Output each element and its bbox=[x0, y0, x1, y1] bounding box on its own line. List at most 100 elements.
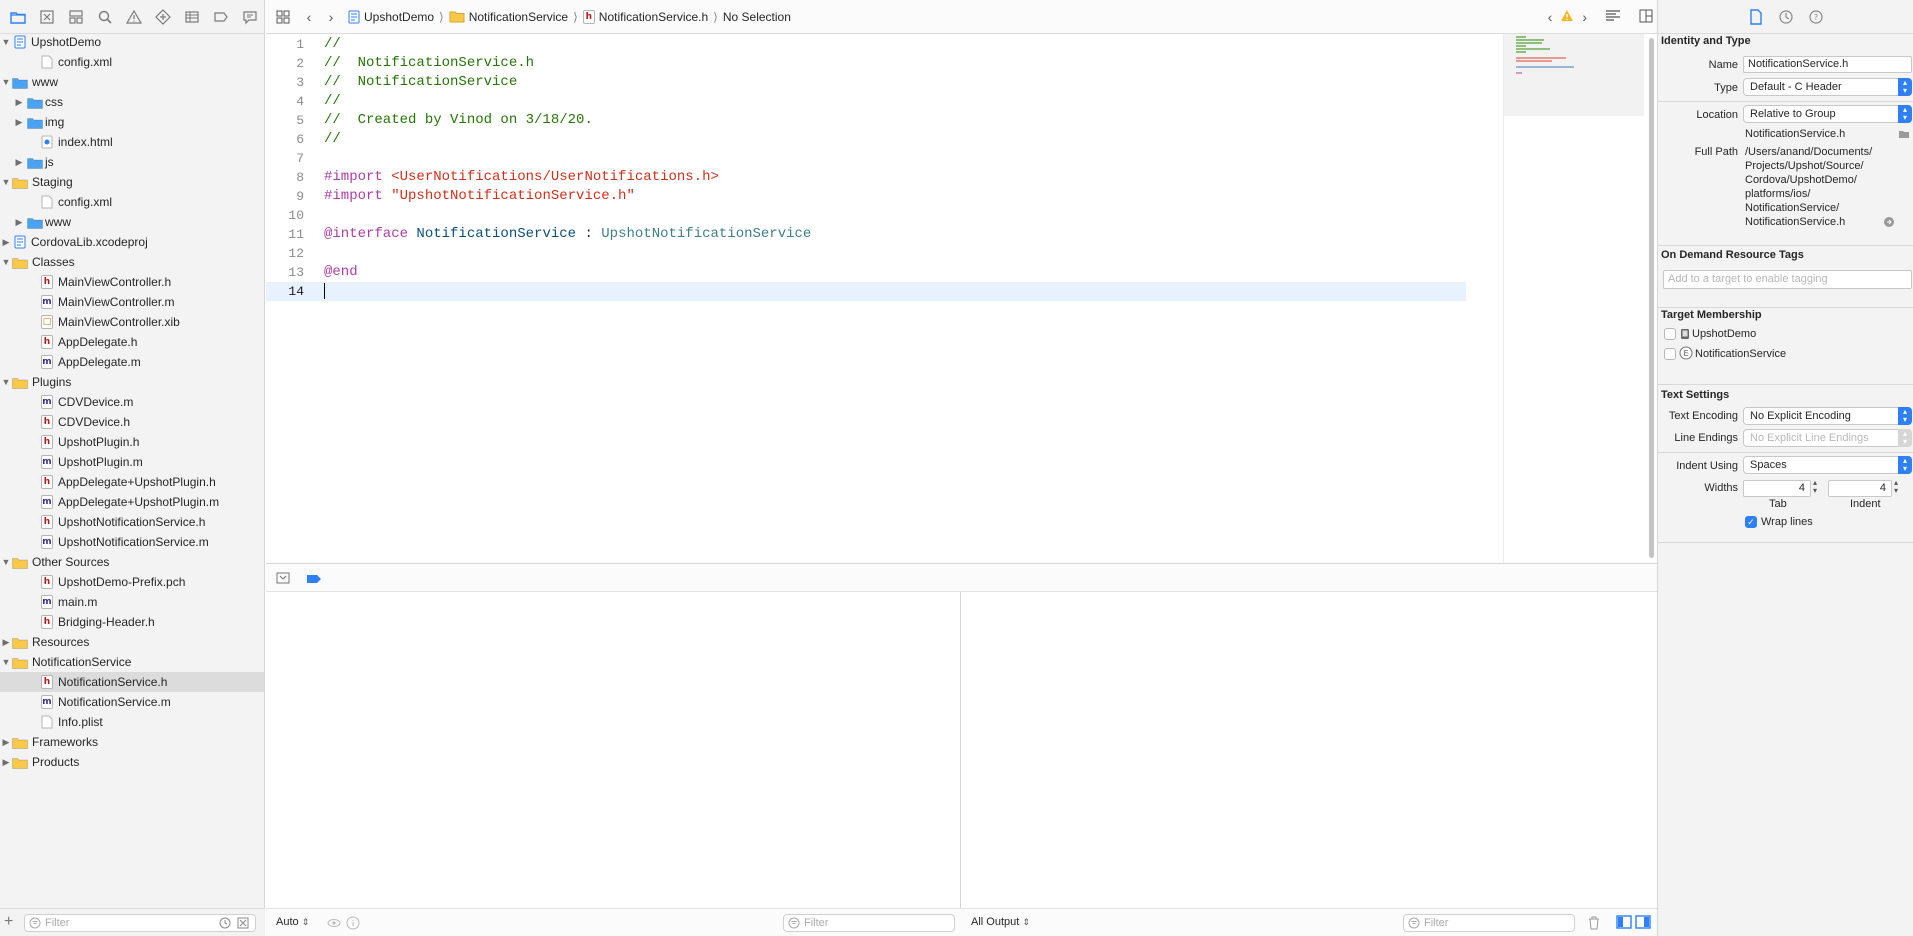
tree-item[interactable]: ▼ www bbox=[0, 72, 264, 92]
quick-help-icon[interactable]: ? bbox=[1808, 9, 1824, 25]
tree-item[interactable]: m UpshotPlugin.m bbox=[0, 452, 264, 472]
tree-item[interactable]: ▶ css bbox=[0, 92, 264, 112]
add-icon[interactable]: + bbox=[4, 913, 13, 931]
tree-item[interactable]: ▶ Resources bbox=[0, 632, 264, 652]
editor-options-icon[interactable] bbox=[1605, 9, 1621, 25]
disclosure-closed-icon[interactable]: ▶ bbox=[0, 632, 12, 652]
disclosure-open-icon[interactable]: ▼ bbox=[0, 372, 12, 392]
test-icon[interactable] bbox=[148, 2, 177, 32]
recent-files-icon[interactable] bbox=[219, 917, 231, 929]
tree-item[interactable]: Info.plist bbox=[0, 712, 264, 732]
wrap-lines-checkbox[interactable]: ✓ bbox=[1745, 516, 1757, 528]
tree-item[interactable]: h MainViewController.h bbox=[0, 272, 264, 292]
find-icon[interactable] bbox=[90, 2, 119, 32]
tree-item[interactable]: m UpshotNotificationService.m bbox=[0, 532, 264, 552]
tree-item[interactable]: ▼ UpshotDemo bbox=[0, 32, 264, 52]
indent-width-stepper[interactable]: ▴ ▾ bbox=[1894, 479, 1898, 495]
text-encoding-popup[interactable]: No Explicit Encoding ▴ ▾ bbox=[1743, 407, 1912, 425]
show-console-view-icon[interactable] bbox=[1635, 915, 1651, 932]
breadcrumb-symbol[interactable]: No Selection bbox=[723, 10, 791, 24]
tree-item[interactable]: ▶ CordovaLib.xcodeproj bbox=[0, 232, 264, 252]
disclosure-open-icon[interactable]: ▼ bbox=[0, 552, 12, 572]
disclosure-open-icon[interactable]: ▼ bbox=[0, 72, 12, 92]
type-popup[interactable]: Default - C Header ▴ ▾ bbox=[1743, 78, 1912, 96]
back-chevron-icon[interactable]: ‹ bbox=[298, 9, 320, 25]
line-endings-popup[interactable]: No Explicit Line Endings ▴ ▾ bbox=[1743, 429, 1912, 447]
disclosure-closed-icon[interactable]: ▶ bbox=[13, 212, 25, 232]
disclosure-open-icon[interactable]: ▼ bbox=[0, 252, 12, 272]
breadcrumb-project[interactable]: UpshotDemo bbox=[348, 10, 434, 24]
tree-item[interactable]: h Bridging-Header.h bbox=[0, 612, 264, 632]
hide-debug-area-icon[interactable] bbox=[276, 572, 290, 587]
breakpoints-toggle-icon[interactable] bbox=[306, 573, 322, 587]
tree-item[interactable]: ▼ Other Sources bbox=[0, 552, 264, 572]
target-notificationservice-checkbox[interactable] bbox=[1664, 348, 1676, 360]
editor-scrollbar[interactable] bbox=[1647, 34, 1655, 558]
navigator-filter-input[interactable]: Filter bbox=[24, 914, 256, 932]
console-view[interactable] bbox=[962, 592, 1657, 908]
scm-filter-icon[interactable] bbox=[237, 917, 249, 929]
tree-item[interactable]: ▶ img bbox=[0, 112, 264, 132]
editor-scroll-thumb[interactable] bbox=[1649, 38, 1654, 558]
name-field[interactable]: NotificationService.h bbox=[1743, 56, 1912, 73]
variables-scope-popup[interactable]: Auto ⇕ bbox=[276, 916, 309, 928]
tree-item[interactable]: h UpshotPlugin.h bbox=[0, 432, 264, 452]
variables-view[interactable] bbox=[266, 592, 961, 908]
tree-item[interactable]: ▶ js bbox=[0, 152, 264, 172]
tree-item[interactable]: h AppDelegate.h bbox=[0, 332, 264, 352]
disclosure-closed-icon[interactable]: ▶ bbox=[13, 92, 25, 112]
tree-item[interactable]: index.html bbox=[0, 132, 264, 152]
info-icon[interactable] bbox=[346, 916, 360, 930]
tree-item[interactable]: □ MainViewController.xib bbox=[0, 312, 264, 332]
next-issue-icon[interactable]: › bbox=[1582, 9, 1587, 25]
tree-item[interactable]: m MainViewController.m bbox=[0, 292, 264, 312]
report-icon[interactable] bbox=[235, 2, 264, 32]
target-upshotdemo-checkbox[interactable] bbox=[1664, 328, 1676, 340]
minimap[interactable] bbox=[1503, 34, 1644, 563]
tree-item[interactable]: m AppDelegate.m bbox=[0, 352, 264, 372]
source-control-icon[interactable] bbox=[32, 2, 61, 32]
breadcrumb-group[interactable]: NotificationService bbox=[449, 10, 568, 24]
tree-item[interactable]: h CDVDevice.h bbox=[0, 412, 264, 432]
tree-item[interactable]: h AppDelegate+UpshotPlugin.h bbox=[0, 472, 264, 492]
tree-item[interactable]: ▶ Frameworks bbox=[0, 732, 264, 752]
disclosure-open-icon[interactable]: ▼ bbox=[0, 652, 12, 672]
reveal-in-finder-icon[interactable] bbox=[1883, 216, 1895, 231]
disclosure-closed-icon[interactable]: ▶ bbox=[0, 232, 12, 252]
tree-item[interactable]: ▼ Classes bbox=[0, 252, 264, 272]
location-popup[interactable]: Relative to Group ▴ ▾ bbox=[1743, 105, 1912, 123]
related-items-icon[interactable] bbox=[272, 10, 294, 24]
split-editor-icon[interactable] bbox=[1639, 9, 1653, 26]
breadcrumb-file[interactable]: h NotificationService.h bbox=[582, 9, 708, 24]
disclosure-open-icon[interactable]: ▼ bbox=[0, 172, 12, 192]
variables-filter-input[interactable]: Filter bbox=[783, 914, 955, 932]
history-inspector-icon[interactable] bbox=[1778, 9, 1794, 25]
tree-item[interactable]: m CDVDevice.m bbox=[0, 392, 264, 412]
reveal-folder-icon[interactable] bbox=[1898, 128, 1910, 142]
tree-item[interactable]: ▼ NotificationService bbox=[0, 652, 264, 672]
console-output-popup[interactable]: All Output ⇕ bbox=[971, 916, 1030, 928]
tree-item[interactable]: ▼ Staging bbox=[0, 172, 264, 192]
tree-item[interactable]: ▼ Plugins bbox=[0, 372, 264, 392]
tree-item[interactable]: ▶ Products bbox=[0, 752, 264, 772]
tree-item[interactable]: config.xml bbox=[0, 192, 264, 212]
tab-width-field[interactable]: 4 bbox=[1743, 480, 1811, 497]
issue-icon[interactable] bbox=[119, 2, 148, 32]
tree-item[interactable]: h UpshotDemo-Prefix.pch bbox=[0, 572, 264, 592]
folder-icon[interactable] bbox=[3, 2, 32, 32]
disclosure-closed-icon[interactable]: ▶ bbox=[0, 752, 12, 772]
disclosure-closed-icon[interactable]: ▶ bbox=[13, 112, 25, 132]
warning-icon[interactable] bbox=[1560, 9, 1574, 25]
disclosure-closed-icon[interactable]: ▶ bbox=[0, 732, 12, 752]
odr-tags-input[interactable]: Add to a target to enable tagging bbox=[1663, 270, 1912, 289]
debug-icon[interactable] bbox=[177, 2, 206, 32]
tree-item[interactable]: config.xml bbox=[0, 52, 264, 72]
previous-issue-icon[interactable]: ‹ bbox=[1548, 9, 1553, 25]
breakpoint-icon[interactable] bbox=[206, 2, 235, 32]
show-variables-view-icon[interactable] bbox=[1616, 915, 1632, 932]
tab-width-stepper[interactable]: ▴ ▾ bbox=[1813, 479, 1817, 495]
indent-width-field[interactable]: 4 bbox=[1828, 480, 1892, 497]
quick-look-icon[interactable] bbox=[327, 916, 341, 930]
file-inspector-icon[interactable] bbox=[1748, 8, 1764, 25]
tree-item[interactable]: m AppDelegate+UpshotPlugin.m bbox=[0, 492, 264, 512]
